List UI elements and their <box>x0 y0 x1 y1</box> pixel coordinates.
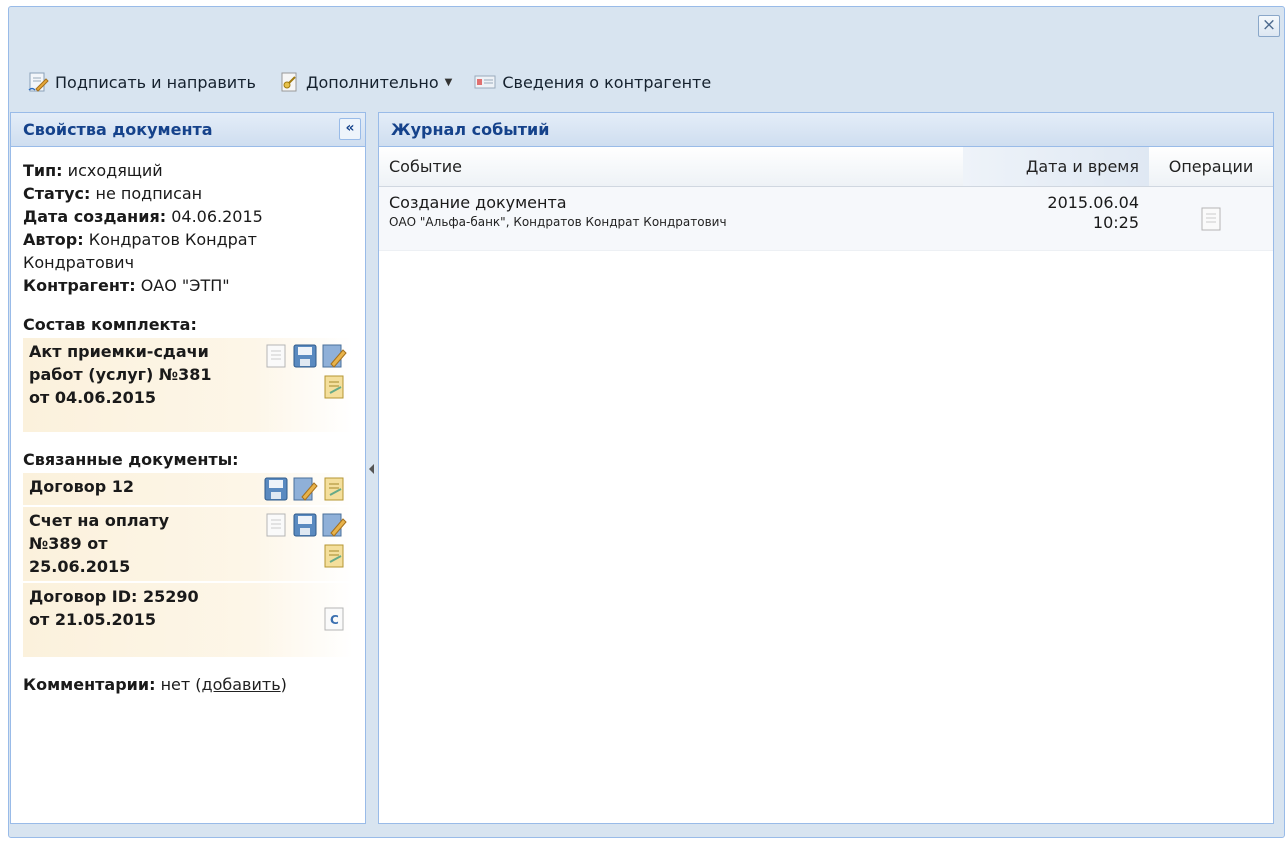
document-actions: C <box>251 605 347 633</box>
properties-list: Тип: исходящий Статус: не подписан Дата … <box>11 147 365 696</box>
sign-and-send-button[interactable]: Подписать и направить <box>21 67 262 97</box>
status-value: не подписан <box>95 184 203 203</box>
counterparty-value: ОАО "ЭТП" <box>140 276 230 295</box>
event-log-header: Журнал событий <box>379 113 1273 147</box>
counterparty-label: Контрагент: <box>23 276 136 295</box>
arrow-left-icon[interactable] <box>369 464 374 474</box>
operations-cell <box>1149 187 1273 250</box>
document-properties-panel: Свойства документа « Тип: исходящий Стат… <box>10 112 366 824</box>
additional-menu-button[interactable]: Дополнительно ▼ <box>272 67 458 97</box>
document-properties-header: Свойства документа « <box>11 113 365 147</box>
signature-file-icon[interactable] <box>321 475 347 503</box>
sign-icon[interactable] <box>292 475 318 503</box>
document-actions <box>251 511 347 570</box>
counterparty-info-button[interactable]: Сведения о контрагенте <box>468 67 717 97</box>
contact-card-icon <box>474 75 496 89</box>
comments-value: нет <box>160 675 191 694</box>
add-comment-link[interactable]: добавить <box>202 675 281 694</box>
event-log-title: Журнал событий <box>391 120 550 139</box>
event-time: 10:25 <box>1092 213 1139 232</box>
additional-menu-label: Дополнительно <box>305 72 439 92</box>
save-icon[interactable] <box>292 342 318 370</box>
view-document-icon[interactable] <box>1198 205 1224 233</box>
signature-file-icon[interactable] <box>321 542 347 570</box>
type-property: Тип: исходящий <box>23 159 353 182</box>
related-documents-title: Связанные документы: <box>23 450 239 469</box>
save-icon[interactable] <box>263 475 289 503</box>
author-label: Автор: <box>23 230 84 249</box>
event-cell: Создание документа ОАО "Альфа-банк", Кон… <box>379 187 963 250</box>
panel-splitter[interactable] <box>368 112 376 824</box>
counterparty-property: Контрагент: ОАО "ЭТП" <box>23 274 353 297</box>
svg-text:C: C <box>330 613 339 627</box>
related-document-item[interactable]: Договор 12 <box>23 473 353 505</box>
chevron-down-icon: ▼ <box>444 76 453 88</box>
created-date-value: 04.06.2015 <box>171 207 263 226</box>
comments-label: Комментарии: <box>23 675 156 694</box>
related-document-label[interactable]: Счет на оплату №389 от 25.06.2015 <box>29 509 199 578</box>
comments-line: Комментарии: нет (добавить) <box>23 675 287 694</box>
counterparty-info-label: Сведения о контрагенте <box>502 72 712 92</box>
created-date-property: Дата создания: 04.06.2015 <box>23 205 353 228</box>
package-document-label[interactable]: Акт приемки-сдачи работ (услуг) №381 от … <box>29 340 219 409</box>
toolbar: Подписать и направить Дополнительно ▼ Св… <box>9 57 1284 107</box>
sign-document-icon <box>28 72 49 92</box>
title-bar: × <box>9 7 1284 51</box>
type-label: Тип: <box>23 161 63 180</box>
related-document-label[interactable]: Договор ID: 25290 от 21.05.2015 <box>29 585 199 631</box>
column-event[interactable]: Событие <box>379 147 963 186</box>
sign-icon[interactable] <box>321 511 347 539</box>
datetime-cell: 2015.06.04 10:25 <box>963 187 1149 250</box>
related-document-label[interactable]: Договор 12 <box>29 475 219 498</box>
author-property: Автор: Кондратов Кондрат Кондратович <box>23 228 353 274</box>
close-button[interactable]: × <box>1258 15 1280 37</box>
status-property: Статус: не подписан <box>23 182 353 205</box>
view-document-icon[interactable] <box>263 342 289 370</box>
table-row[interactable]: Создание документа ОАО "Альфа-банк", Кон… <box>379 187 1273 251</box>
status-label: Статус: <box>23 184 91 203</box>
column-operations[interactable]: Операции <box>1149 147 1273 186</box>
key-document-icon <box>281 72 297 92</box>
document-actions <box>251 475 347 503</box>
save-icon[interactable] <box>292 511 318 539</box>
event-detail: ОАО "Альфа-банк", Кондратов Кондрат Конд… <box>389 215 727 229</box>
sign-and-send-label: Подписать и направить <box>55 72 256 92</box>
document-actions <box>251 342 347 401</box>
package-contents-title: Состав комплекта: <box>23 315 197 334</box>
column-datetime[interactable]: Дата и время <box>963 147 1149 186</box>
package-document-item[interactable]: Акт приемки-сдачи работ (услуг) №381 от … <box>23 338 353 432</box>
sign-icon[interactable] <box>321 342 347 370</box>
related-document-item[interactable]: Счет на оплату №389 от 25.06.2015 <box>23 507 353 581</box>
event-log-grid-header: Событие Дата и время Операции <box>379 147 1273 187</box>
event-log-panel: Журнал событий Событие Дата и время Опер… <box>378 112 1274 824</box>
related-document-item[interactable]: Договор ID: 25290 от 21.05.2015 C <box>23 583 353 657</box>
event-date: 2015.06.04 <box>1047 193 1139 212</box>
created-date-label: Дата создания: <box>23 207 167 226</box>
view-document-icon[interactable] <box>263 511 289 539</box>
contract-c-icon[interactable]: C <box>321 605 347 633</box>
collapse-panel-button[interactable]: « <box>339 118 361 140</box>
document-properties-title: Свойства документа <box>23 120 213 139</box>
signature-file-icon[interactable] <box>321 373 347 401</box>
event-title: Создание документа <box>389 193 567 212</box>
type-value: исходящий <box>67 161 163 180</box>
